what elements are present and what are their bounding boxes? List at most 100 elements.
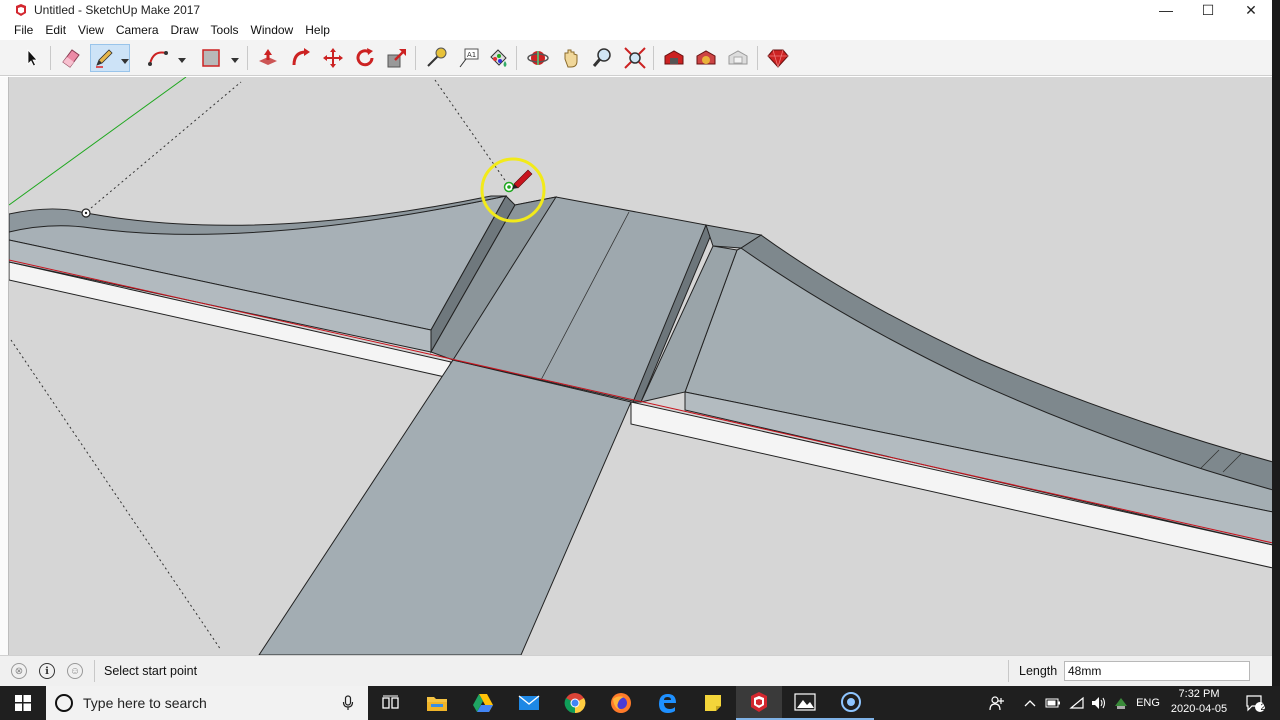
line-tool-button[interactable]: [90, 44, 130, 72]
app-tray[interactable]: [1112, 686, 1130, 720]
google-drive-button[interactable]: [460, 686, 506, 720]
language-indicator[interactable]: ENG: [1134, 686, 1162, 720]
road-strip: [258, 359, 632, 655]
clock-time: 7:32 PM: [1178, 688, 1220, 700]
geo-location-icon[interactable]: ⊗: [11, 663, 27, 679]
windows-taskbar: Type here to search ENG 7:32 PM 2020-04-…: [0, 686, 1280, 720]
network-tray[interactable]: [1066, 686, 1088, 720]
tape-measure-icon: [427, 47, 447, 67]
warehouse-icon: [664, 50, 684, 65]
magnifier-icon: [592, 48, 611, 67]
right-window-edge: [1272, 0, 1280, 686]
3d-warehouse-button[interactable]: [660, 44, 688, 72]
scale-icon: [387, 49, 406, 68]
status-bar: ⊗ ℹ ☺ Select start point Length: [0, 655, 1272, 686]
sketchup-taskbar-button[interactable]: [736, 686, 782, 720]
menu-camera[interactable]: Camera: [110, 23, 165, 37]
people-tray[interactable]: [986, 686, 1008, 720]
people-icon: [989, 696, 1004, 711]
layout-button[interactable]: [724, 44, 752, 72]
user-account-icon[interactable]: ☺: [67, 663, 83, 679]
menu-tools[interactable]: Tools: [205, 23, 245, 37]
rotate-tool-button[interactable]: [351, 44, 379, 72]
svg-text:A1: A1: [467, 51, 476, 59]
layout-icon: [728, 50, 748, 65]
move-tool-button[interactable]: [319, 44, 347, 72]
inference-guide-1: [90, 81, 242, 209]
edge-browser-icon: [659, 694, 676, 713]
arc-tool-button[interactable]: [144, 44, 188, 72]
photos-icon: [794, 693, 816, 711]
minimize-button[interactable]: —: [1144, 0, 1188, 20]
title-bar: Untitled - SketchUp Make 2017: [0, 0, 1272, 20]
battery-tray[interactable]: [1042, 686, 1064, 720]
taskbar-search-box[interactable]: Type here to search: [46, 686, 368, 720]
media-circle-icon: [841, 692, 861, 712]
windows-logo-icon: [15, 695, 31, 711]
menu-file[interactable]: File: [8, 23, 39, 37]
arc-icon: [148, 51, 168, 66]
extension-warehouse-button[interactable]: [692, 44, 720, 72]
measurement-input[interactable]: [1064, 661, 1250, 681]
paint-bucket-tool-button[interactable]: [484, 44, 512, 72]
tape-measure-tool-button[interactable]: [422, 44, 450, 72]
maximize-button[interactable]: ☐: [1186, 0, 1230, 20]
menu-draw[interactable]: Draw: [165, 23, 205, 37]
push-pull-tool-button[interactable]: [254, 44, 282, 72]
sketchup-window: Untitled - SketchUp Make 2017 — ☐ ✕ File…: [0, 0, 1280, 720]
firefox-icon: [611, 693, 631, 713]
pencil-cursor-icon: [512, 169, 533, 189]
mail-envelope-icon: [518, 695, 540, 710]
credits-icon[interactable]: ℹ: [39, 663, 55, 679]
pan-tool-button[interactable]: [557, 44, 585, 72]
select-tool-button[interactable]: [18, 44, 46, 72]
menu-view[interactable]: View: [72, 23, 110, 37]
wifi-icon: [1069, 696, 1084, 709]
sticky-note-icon: [705, 695, 721, 711]
photos-button[interactable]: [782, 686, 828, 720]
scale-tool-button[interactable]: [383, 44, 411, 72]
zoom-tool-button[interactable]: [589, 44, 617, 72]
taskbar-clock[interactable]: 7:32 PM 2020-04-05: [1166, 687, 1232, 717]
close-button[interactable]: ✕: [1229, 0, 1273, 20]
chrome-button[interactable]: [552, 686, 598, 720]
follow-me-icon: [292, 48, 310, 66]
text-label-icon: A1: [459, 48, 479, 68]
mail-button[interactable]: [506, 686, 552, 720]
menu-help[interactable]: Help: [299, 23, 336, 37]
model-canvas[interactable]: [9, 77, 1272, 655]
push-pull-icon: [259, 49, 277, 65]
firefox-button[interactable]: [598, 686, 644, 720]
task-view-button[interactable]: [368, 686, 414, 720]
volume-tray[interactable]: [1088, 686, 1110, 720]
ruby-gem-icon: [767, 49, 789, 68]
start-button[interactable]: [0, 686, 46, 720]
sticky-notes-button[interactable]: [690, 686, 736, 720]
file-explorer-button[interactable]: [414, 686, 460, 720]
media-app-button[interactable]: [828, 686, 874, 720]
rotate-icon: [356, 48, 374, 67]
pencil-icon: [96, 49, 113, 68]
chevron-up-icon: [1024, 700, 1036, 707]
pan-hand-icon: [564, 49, 578, 68]
menu-edit[interactable]: Edit: [39, 23, 72, 37]
arrow-cursor-icon: [27, 49, 38, 67]
text-tool-button[interactable]: A1: [455, 44, 483, 72]
rectangle-tool-button[interactable]: [197, 44, 241, 72]
eraser-tool-button[interactable]: [57, 44, 85, 72]
notification-count: 2: [1260, 702, 1266, 712]
extension-manager-button[interactable]: [764, 44, 792, 72]
sketchup-icon: [751, 692, 767, 712]
show-hidden-icons[interactable]: [1020, 686, 1040, 720]
inference-guide-3: [10, 339, 222, 651]
zoom-extents-icon: [624, 47, 646, 69]
follow-me-tool-button[interactable]: [287, 44, 315, 72]
menu-window[interactable]: Window: [245, 23, 300, 37]
edge-button[interactable]: [644, 686, 690, 720]
drawing-viewport[interactable]: [8, 77, 1272, 655]
orbit-tool-button[interactable]: [524, 44, 552, 72]
action-center-button[interactable]: 2: [1238, 686, 1272, 720]
zoom-extents-tool-button[interactable]: [621, 44, 649, 72]
microphone-icon[interactable]: [342, 695, 354, 711]
window-title: Untitled - SketchUp Make 2017: [34, 3, 201, 17]
